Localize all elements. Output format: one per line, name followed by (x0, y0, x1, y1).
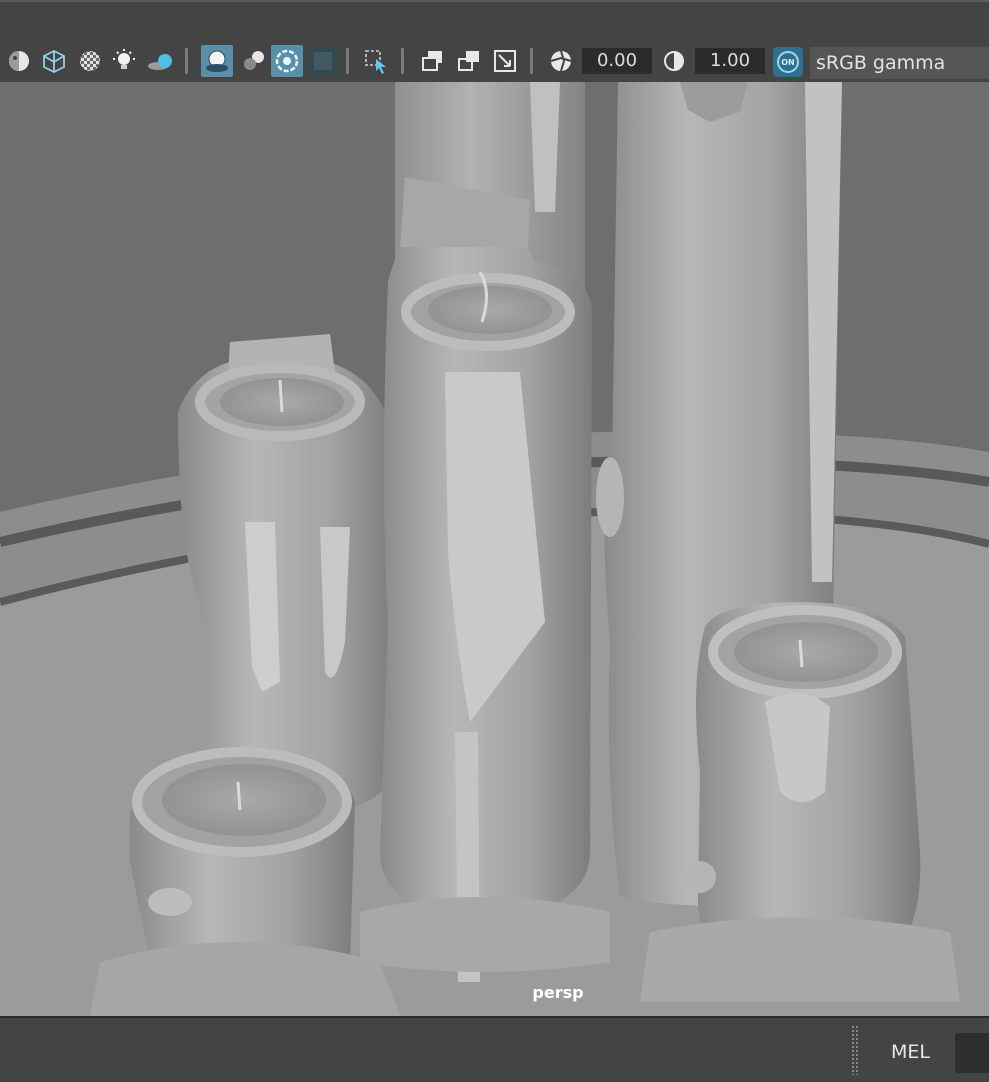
depth-of-field-icon[interactable] (308, 46, 338, 76)
motion-blur-icon[interactable] (240, 47, 268, 75)
anti-aliasing-icon[interactable] (271, 45, 303, 77)
command-line-drag-handle[interactable] (851, 1025, 859, 1075)
menu-bar (0, 0, 989, 42)
persp-viewport[interactable] (0, 82, 989, 1016)
color-space-dropdown[interactable]: sRGB gamma (810, 47, 989, 79)
viewport-scene (0, 82, 989, 1016)
isolate-select-icon[interactable] (362, 47, 390, 75)
exposure-value-field[interactable] (582, 48, 652, 74)
camera-name-label: persp (532, 983, 584, 1002)
film-gate-icon[interactable] (455, 47, 483, 75)
color-management-toggle-button[interactable]: ON (773, 47, 803, 77)
resolution-gate-icon[interactable] (491, 47, 519, 75)
command-line-bar (0, 1016, 989, 1082)
exposure-icon[interactable] (547, 47, 575, 75)
shadow-spheres-icon[interactable] (146, 47, 174, 75)
shading-sphere-icon[interactable] (5, 47, 33, 75)
gamma-value-field[interactable] (695, 48, 765, 74)
color-management-toggle-label: ON (777, 51, 799, 73)
toolbar-divider (185, 48, 188, 74)
toolbar-divider (346, 48, 349, 74)
candle-center-tall (360, 177, 610, 982)
toolbar-divider (530, 48, 533, 74)
command-input-field[interactable] (955, 1033, 989, 1073)
toolbar-divider (401, 48, 404, 74)
wireframe-cube-icon[interactable] (40, 47, 68, 75)
light-bulb-icon[interactable] (110, 47, 138, 75)
ambient-occlusion-icon[interactable] (201, 45, 233, 77)
candle-left-medium (178, 334, 395, 817)
gate-mask-icon[interactable] (419, 47, 447, 75)
gamma-icon[interactable] (660, 47, 688, 75)
checker-icon[interactable] (76, 47, 104, 75)
script-language-toggle[interactable]: MEL (891, 1041, 930, 1063)
